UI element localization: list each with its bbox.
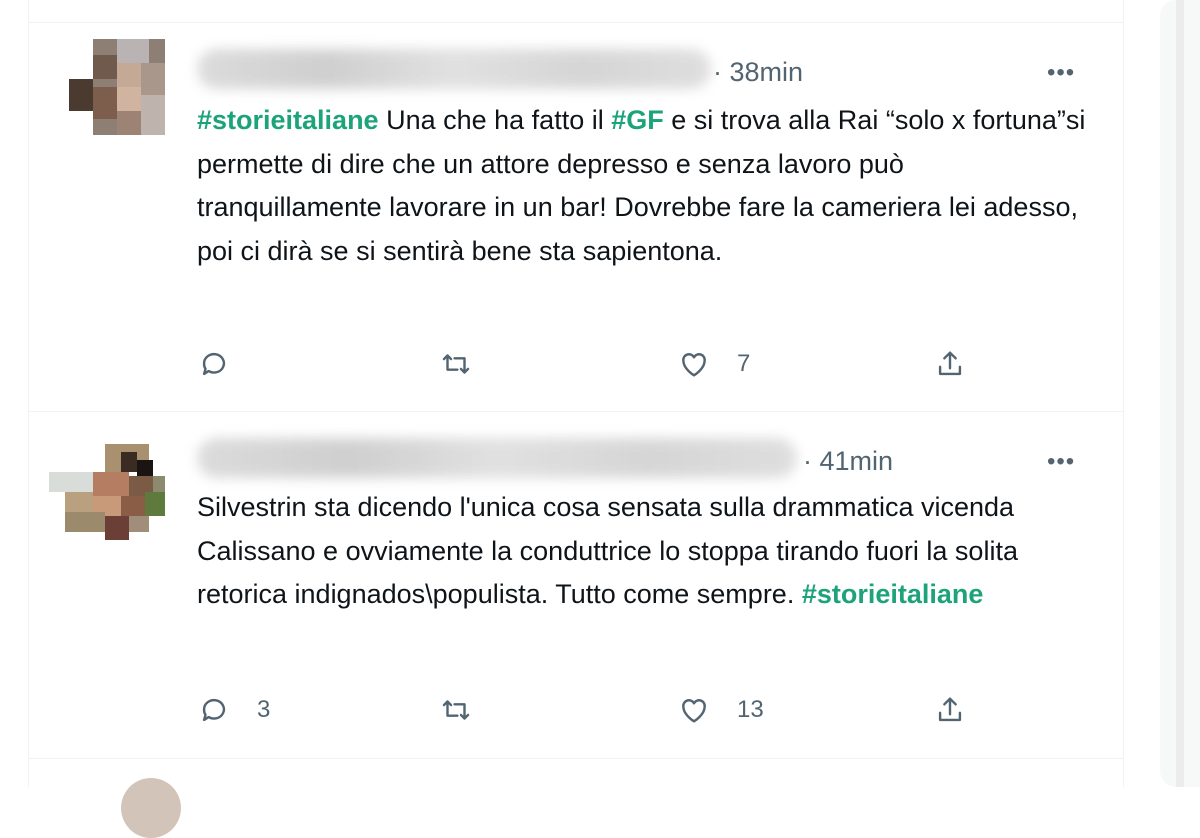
avatar[interactable]	[69, 39, 165, 135]
like-button[interactable]: 13	[677, 693, 764, 727]
share-button[interactable]	[933, 693, 967, 727]
share-icon	[938, 697, 962, 722]
blurred-username[interactable]	[197, 438, 797, 478]
tweet-timestamp[interactable]: · 38min	[713, 57, 803, 88]
hashtag[interactable]: #GF	[611, 105, 664, 135]
like-icon	[682, 353, 706, 377]
reply-count: 3	[257, 696, 271, 723]
avatar[interactable]	[49, 444, 165, 544]
timeline-feed: · 38min ••• #storieitaliane Una che ha f…	[28, 0, 1124, 838]
hashtag[interactable]: #storieitaliane	[197, 105, 379, 135]
tweet-timestamp[interactable]: · 41min	[803, 446, 893, 477]
share-button[interactable]	[933, 347, 967, 381]
share-icon	[938, 351, 962, 376]
like-count: 13	[737, 696, 764, 723]
avatar[interactable]	[121, 778, 181, 838]
reply-icon	[202, 698, 226, 722]
text-segment: Una che ha fatto il	[378, 105, 612, 135]
tweet-text: Silvestrin sta dicendo l'unica cosa sens…	[197, 486, 1087, 617]
like-count: 7	[737, 350, 751, 377]
tweet[interactable]: · 41min ••• Silvestrin sta dicendo l'uni…	[29, 412, 1123, 758]
retweet-button[interactable]	[439, 693, 499, 727]
blurred-username[interactable]	[197, 49, 711, 89]
divider	[29, 758, 1123, 759]
hashtag[interactable]: #storieitaliane	[802, 579, 984, 609]
like-button[interactable]: 7	[677, 347, 750, 381]
reply-button[interactable]	[197, 347, 257, 381]
tweet[interactable]: · 38min ••• #storieitaliane Una che ha f…	[29, 23, 1123, 411]
like-icon	[682, 699, 706, 723]
retweet-button[interactable]	[439, 347, 499, 381]
more-icon[interactable]: •••	[1047, 448, 1075, 476]
reply-icon	[202, 352, 226, 376]
retweet-icon	[442, 354, 470, 374]
retweet-icon	[442, 700, 470, 720]
reply-button[interactable]: 3	[197, 693, 270, 727]
tweet-text: #storieitaliane Una che ha fatto il #GF …	[197, 99, 1087, 273]
scrollbar[interactable]	[1176, 0, 1184, 787]
more-icon[interactable]: •••	[1047, 59, 1075, 87]
